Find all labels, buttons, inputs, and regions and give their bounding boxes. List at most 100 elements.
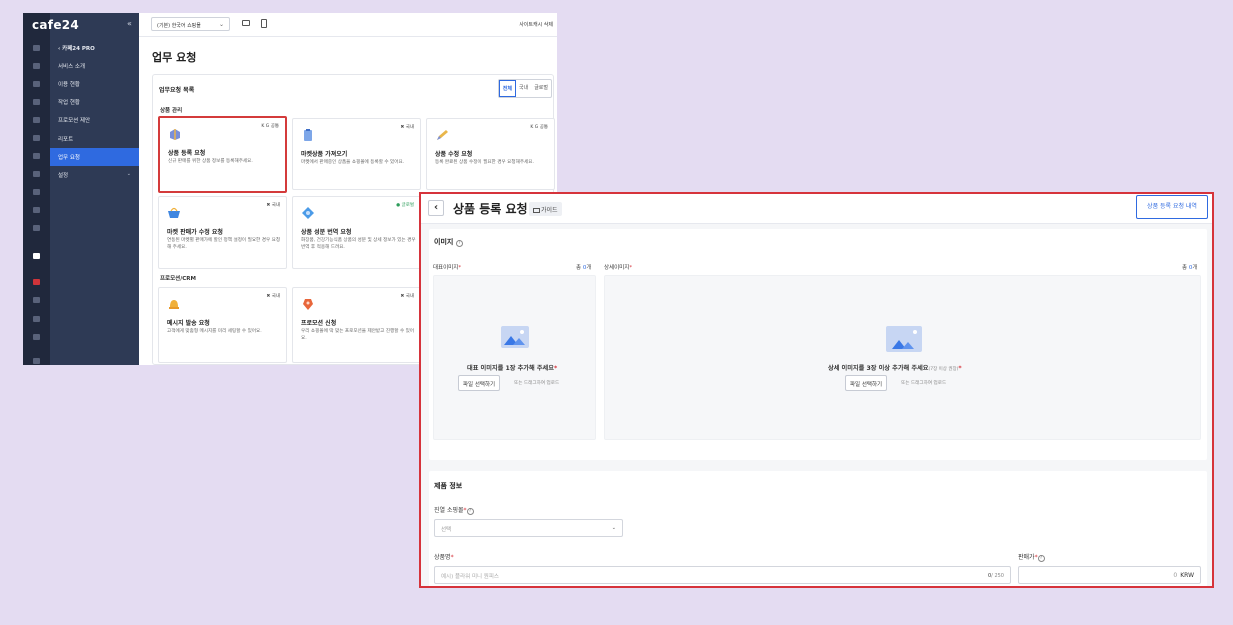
price-label-text: 판매가 xyxy=(1018,554,1035,561)
rep-image-label-text: 대표이미지 xyxy=(433,265,459,271)
detail-drag-hint: 또는 드래그하여 업로드 xyxy=(901,381,947,386)
nav-item-work-status[interactable]: 작업 현황 xyxy=(50,93,139,111)
detail-file-select-button[interactable]: 파일 선택하기 xyxy=(845,375,888,391)
detail-image-message-text: 상세 이미지를 3장 이상 추가해 주세요 xyxy=(828,365,929,372)
card-message-send[interactable]: ✖ 국내 메시지 발송 요청 고객에게 맞춤형 메시지를 미리 세팅할 수 있어… xyxy=(158,287,287,363)
more-icon[interactable] xyxy=(33,358,40,364)
card-title: 마켓 판매가 수정 요청 xyxy=(167,229,223,236)
detail-image-count: 총 0개 xyxy=(1182,263,1197,271)
request-history-button[interactable]: 상품 등록 요청 내역 xyxy=(1136,195,1208,219)
count-unit: 개 xyxy=(1192,265,1198,271)
rep-image-message: 대표 이미지를 1장 추가해 주세요* xyxy=(467,363,557,372)
page-title: 업무 요청 xyxy=(152,51,197,64)
card-market-price-edit[interactable]: ✖ 국내 마켓 판매가 수정 요청 연동된 마켓별 판매가에 할인 정책 설정이… xyxy=(158,196,287,269)
nav-item-work-request[interactable]: 업무 요청 xyxy=(50,148,139,166)
mobile-preview-icon[interactable] xyxy=(261,19,267,28)
nav-item-service-intro[interactable]: 서비스 소개 xyxy=(50,57,139,75)
nav-item-settings[interactable]: 설정 ⌄ xyxy=(50,166,139,184)
pro-icon[interactable] xyxy=(33,253,40,259)
basket-icon xyxy=(168,207,180,218)
card-market-import[interactable]: ✖ 국내 마켓상품 가져오기 마켓에서 판매중인 상품을 쇼핑몰에 등록할 수 … xyxy=(292,118,421,190)
design-icon[interactable] xyxy=(33,153,40,159)
clear-site-cache-button[interactable]: 사이트캐시 삭제 xyxy=(519,21,553,28)
help-icon[interactable]: ? xyxy=(1037,555,1045,562)
tab-domestic[interactable]: 국내 xyxy=(516,80,531,97)
price-value: 0 xyxy=(1173,572,1178,579)
card-description: 고객에게 맞춤형 메시지를 미리 세팅할 수 있어요. xyxy=(167,329,262,334)
pc-preview-icon[interactable] xyxy=(242,20,250,26)
board-icon[interactable] xyxy=(33,135,40,141)
shirt-icon[interactable] xyxy=(33,81,40,87)
price-label: 판매가*? xyxy=(1018,552,1045,562)
box-pencil-icon xyxy=(170,129,180,140)
required-mark: * xyxy=(958,365,962,372)
required-mark: * xyxy=(458,265,462,271)
nav-item-settings-label: 설정 xyxy=(58,173,69,179)
bell-icon xyxy=(169,300,179,309)
back-button[interactable]: ‹ xyxy=(428,200,444,216)
collapse-menu-icon[interactable]: « xyxy=(127,19,132,28)
card-description: 마켓에서 판매중인 상품을 쇼핑몰에 등록할 수 있어요. xyxy=(301,160,405,165)
card-promotion-apply[interactable]: ✖ 국내 프로모션 신청 우리 쇼핑몰에 딱 맞는 프로모션을 제안받고 진행할… xyxy=(292,287,421,363)
card-description: 신규 판매를 위한 상품 정보를 등록해주세요. xyxy=(168,159,253,164)
statistics-icon[interactable] xyxy=(33,189,40,195)
chat-icon[interactable] xyxy=(33,117,40,123)
card-ingredient-translation[interactable]: ● 글로벌 상품 성분 번역 요청 화장품, 건강기능식품 상품의 성분 및 상… xyxy=(292,196,421,269)
group-title-product: 상품 관리 xyxy=(160,108,183,114)
tab-global[interactable]: 글로벌 xyxy=(531,80,551,97)
nav-back-pro[interactable]: ‹ 카페24 PRO xyxy=(50,39,139,57)
group-title-promo: 프로모션/CRM xyxy=(160,276,196,282)
product-name-input[interactable]: 예시) 플라워 미니 원피스 0/ 250 xyxy=(434,566,1011,584)
rep-image-dropzone[interactable]: 대표 이미지를 1장 추가해 주세요* 파일 선택하기 또는 드래그하여 업로드 xyxy=(433,275,596,440)
nav-item-usage[interactable]: 이용 현황 xyxy=(50,75,139,93)
count-prefix: 총 xyxy=(1182,265,1189,271)
rep-image-count: 총 0개 xyxy=(576,263,591,271)
tab-all[interactable]: 전체 xyxy=(498,80,516,97)
card-product-register[interactable]: K G 공통 상품 등록 요청 신규 판매를 위한 상품 정보를 등록해주세요. xyxy=(158,116,287,193)
mall-select-value: (기본) 한국어 쇼핑몰 xyxy=(157,23,201,29)
nav-item-promotion-proposal[interactable]: 프로모션 제안 xyxy=(50,111,139,129)
youtube-icon[interactable] xyxy=(33,279,40,285)
card-description: 우리 쇼핑몰에 딱 맞는 프로모션을 제안받고 진행할 수 있어요. xyxy=(301,329,415,341)
card-description: 연동된 마켓별 판매가에 할인 정책 설정이 필요한 경우 요청해 주세요. xyxy=(167,238,281,250)
card-title: 상품 수정 요청 xyxy=(435,151,473,158)
shop-icon[interactable] xyxy=(33,297,40,303)
scope-badge: K G 공통 xyxy=(530,125,548,130)
nav-item-report[interactable]: 리포트 xyxy=(50,130,139,148)
rep-drag-hint: 또는 드래그하여 업로드 xyxy=(514,381,560,386)
image-section: 이미지 ? 대표이미지* 총 0개 대표 이미지를 1장 추가해 주세요* 파일… xyxy=(429,229,1207,480)
card-product-edit[interactable]: K G 공통 상품 수정 요청 등록 완료된 상품 수정이 필요한 경우 요청해… xyxy=(426,118,555,190)
region-tabs: 전체 국내 글로벌 xyxy=(497,79,552,98)
card-description: 등록 완료된 상품 수정이 필요한 경우 요청해주세요. xyxy=(435,160,534,165)
cafe24-logo[interactable]: cafe24 xyxy=(32,18,79,32)
price-input[interactable]: 0 KRW xyxy=(1018,566,1201,584)
image-placeholder-icon xyxy=(501,326,529,348)
product-name-label: 상품명* xyxy=(434,552,454,561)
guide-button[interactable]: 가이드 xyxy=(529,202,562,216)
store-icon[interactable] xyxy=(33,207,40,213)
customer-icon[interactable] xyxy=(33,99,40,105)
mall-select[interactable]: (기본) 한국어 쇼핑몰 ⌄ xyxy=(151,17,230,31)
home-icon[interactable] xyxy=(33,45,40,51)
promotion-icon[interactable] xyxy=(33,171,40,177)
card-title: 메시지 발송 요청 xyxy=(167,320,210,327)
help-icon[interactable]: ? xyxy=(466,508,474,515)
scope-badge: K G 공통 xyxy=(261,124,279,129)
product-name-label-text: 상품명 xyxy=(434,554,451,561)
calendar-icon[interactable] xyxy=(33,334,40,340)
help-icon[interactable]: ? xyxy=(455,240,463,247)
shop-select[interactable]: 선택 ⌄ xyxy=(434,519,623,537)
shop-label-text: 진열 소핑몰 xyxy=(434,507,464,514)
megaphone-icon[interactable] xyxy=(33,316,40,322)
tag-icon xyxy=(303,299,313,310)
app-icon[interactable] xyxy=(33,225,40,231)
sub-navigation: ‹ 카페24 PRO 서비스 소개 이용 현황 작업 현황 프로모션 제안 리포… xyxy=(50,13,139,365)
rep-file-select-button[interactable]: 파일 선택하기 xyxy=(458,375,501,391)
card-title: 상품 등록 요청 xyxy=(168,150,206,157)
icon-sidebar xyxy=(23,13,50,365)
detail-image-dropzone[interactable]: 상세 이미지를 3장 이상 추가해 주세요(7장 이상 권장)* 파일 선택하기… xyxy=(604,275,1201,440)
cart-icon[interactable] xyxy=(33,63,40,69)
required-mark: * xyxy=(629,265,633,271)
product-register-panel: ‹ 상품 등록 요청 가이드 상품 등록 요청 내역 이미지 ? 대표이미지* … xyxy=(419,192,1214,588)
product-info-title: 제품 정보 xyxy=(434,482,463,490)
